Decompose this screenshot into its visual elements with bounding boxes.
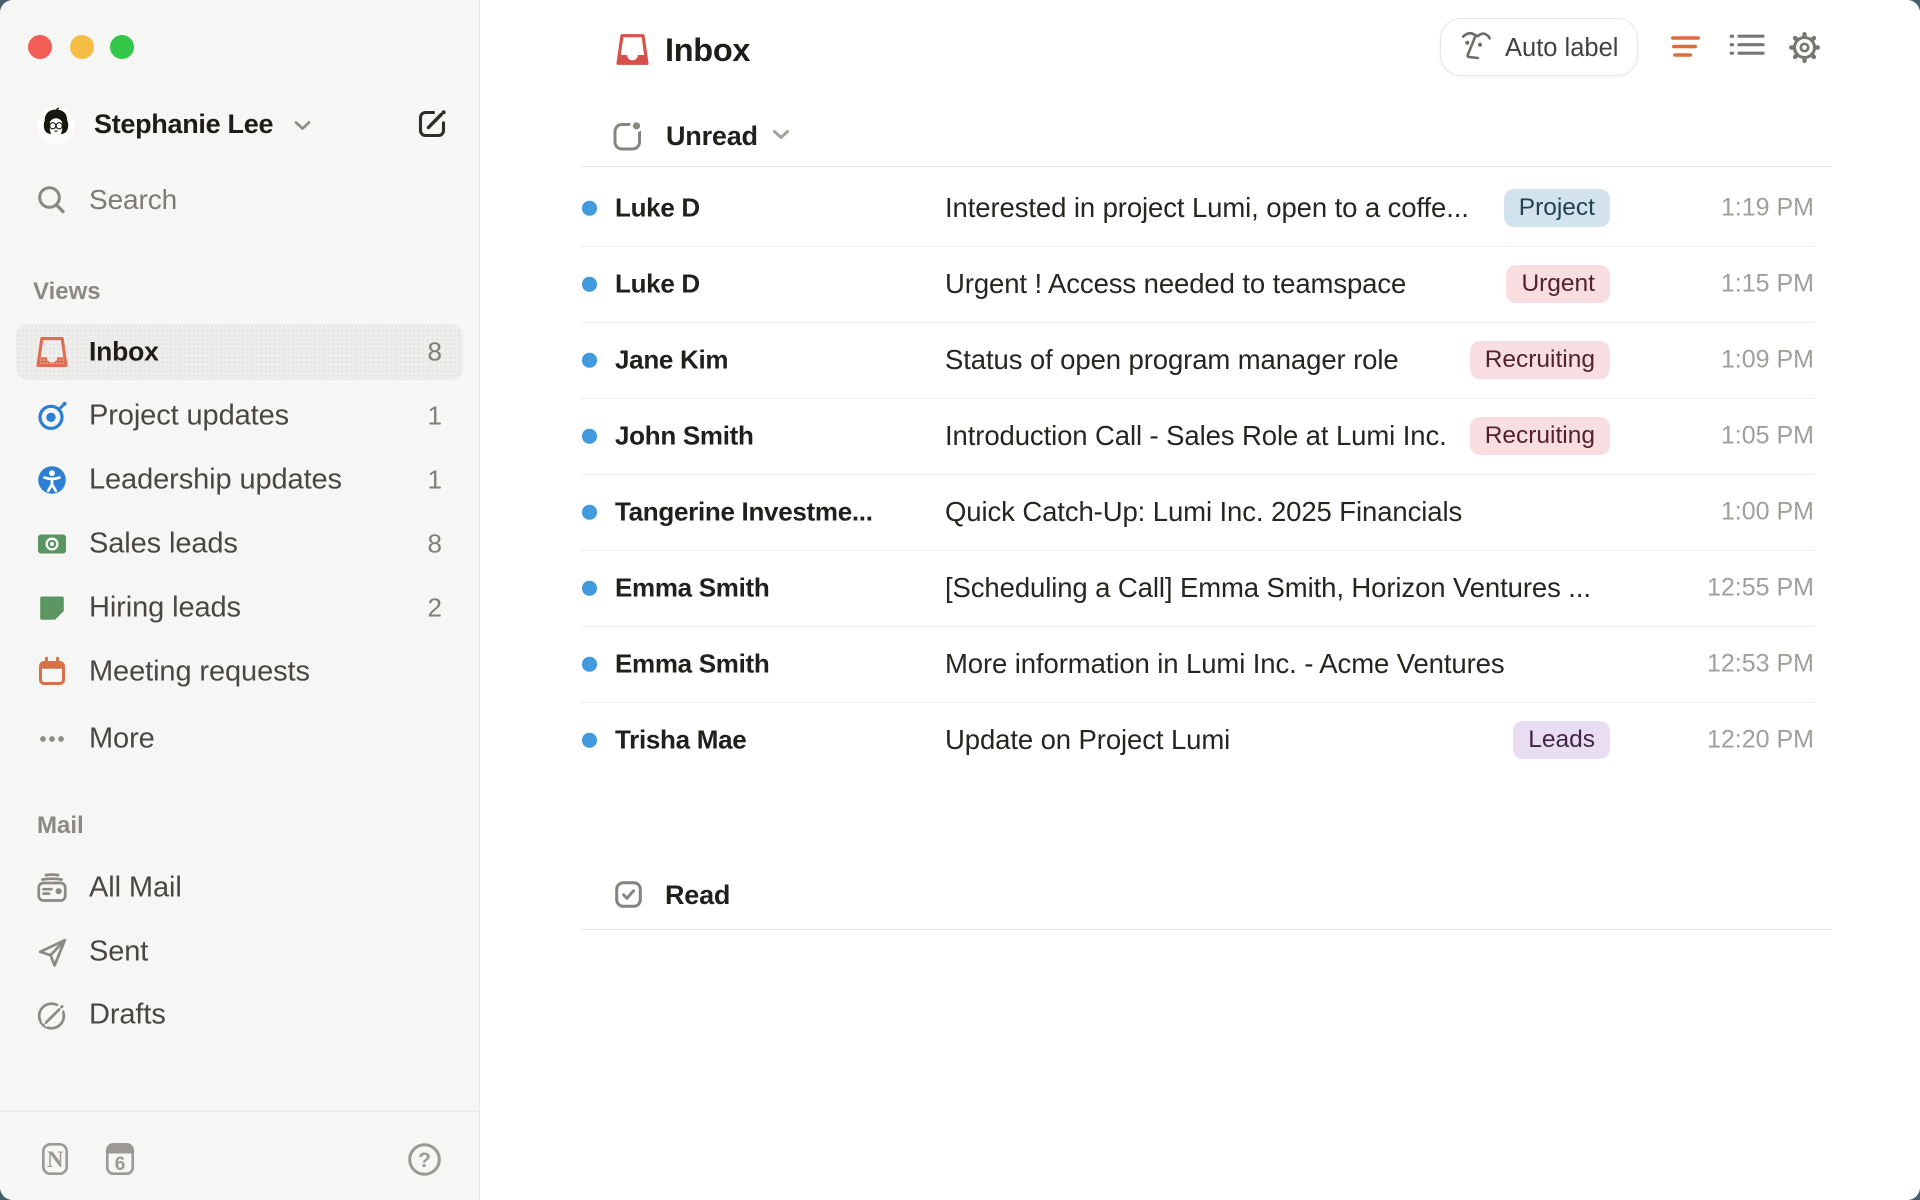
svg-text:6: 6 [115,1154,126,1175]
svg-text:?: ? [418,1149,431,1172]
svg-text:N: N [47,1147,64,1172]
